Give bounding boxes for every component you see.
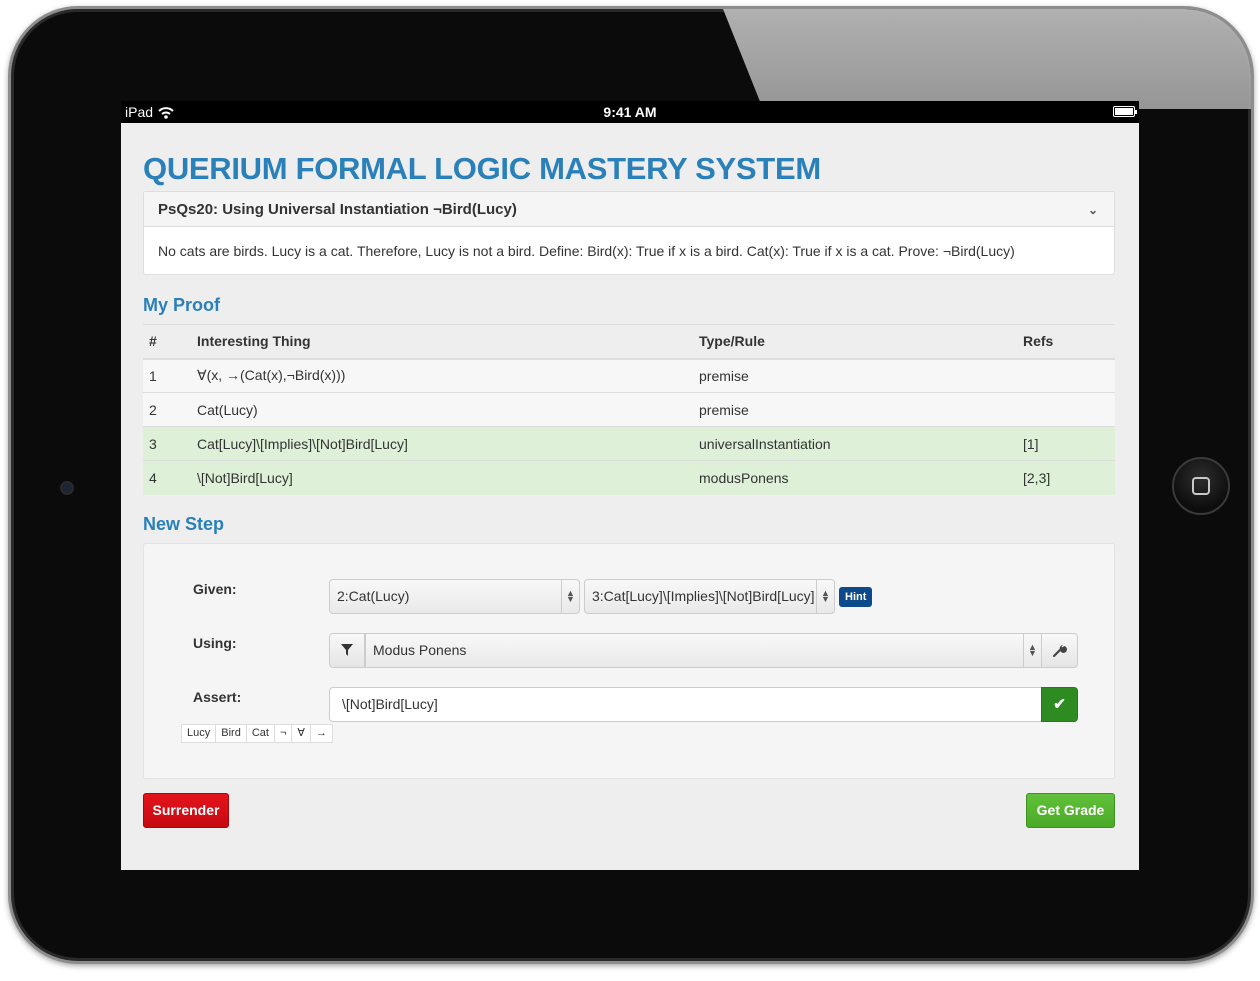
problem-panel: PsQs20: Using Universal Instantiation ¬B… xyxy=(143,191,1115,275)
new-step-form: Given: 2:Cat(Lucy) ▲ ▼ 3:Cat[Lucy]\[Impli… xyxy=(143,542,1115,779)
column-header: Type/Rule xyxy=(693,324,1017,360)
given-select-1[interactable]: 2:Cat(Lucy) ▲ ▼ xyxy=(329,578,580,614)
screen: iPad 9:41 AM QUERIUM FORMAL LOGIC MASTER… xyxy=(121,101,1139,870)
step-number: 2 xyxy=(143,392,191,427)
step-number: 3 xyxy=(143,426,191,461)
wrench-icon xyxy=(1052,645,1067,657)
problem-heading: PsQs20: Using Universal Instantiation ¬B… xyxy=(158,200,517,218)
home-button[interactable] xyxy=(1172,457,1230,515)
symbol-key-bird[interactable]: Bird xyxy=(215,723,247,743)
step-formula: \[Not]Bird[Lucy] xyxy=(191,460,693,495)
check-icon: ✔ xyxy=(1053,696,1066,713)
step-formula: Cat(Lucy) xyxy=(191,392,693,427)
rule-select[interactable]: Modus Ponens ▲ ▼ xyxy=(365,632,1042,668)
given-label: Given: xyxy=(193,580,237,597)
hint-button[interactable]: Hint xyxy=(839,586,873,607)
filter-icon xyxy=(341,644,353,656)
table-row[interactable]: 2 Cat(Lucy) premise xyxy=(143,392,1115,427)
step-number: 1 xyxy=(143,358,191,393)
step-rule: premise xyxy=(693,358,1017,393)
given-select-2-value: 3:Cat[Lucy]\[Implies]\[Not]Bird[Lucy] xyxy=(592,588,815,604)
step-formula: Cat[Lucy]\[Implies]\[Not]Bird[Lucy] xyxy=(191,426,693,461)
assert-label: Assert: xyxy=(193,688,242,705)
using-label: Using: xyxy=(193,634,237,651)
symbol-key-not[interactable]: ¬ xyxy=(273,723,293,743)
column-header: Interesting Thing xyxy=(191,324,693,360)
table-row[interactable]: 4 \[Not]Bird[Lucy] modusPonens [2,3] xyxy=(143,460,1115,495)
column-header: # xyxy=(143,324,191,360)
glass-glare xyxy=(723,9,1251,109)
select-arrows-icon: ▲ ▼ xyxy=(561,579,579,613)
step-number: 4 xyxy=(143,460,191,495)
problem-header[interactable]: PsQs20: Using Universal Instantiation ¬B… xyxy=(144,192,1114,227)
rule-select-value: Modus Ponens xyxy=(373,642,467,658)
submit-step-button[interactable]: ✔ xyxy=(1041,686,1078,722)
assert-input[interactable] xyxy=(329,686,1042,722)
table-row[interactable]: 1 ∀(x, →(Cat(x),¬Bird(x))) premise xyxy=(143,358,1115,393)
column-header: Refs xyxy=(1017,324,1115,360)
step-formula: ∀(x, →(Cat(x),¬Bird(x))) xyxy=(191,358,693,393)
battery-icon xyxy=(1113,106,1137,117)
step-rule: premise xyxy=(693,392,1017,427)
status-time: 9:41 AM xyxy=(603,104,657,120)
step-refs: [2,3] xyxy=(1017,460,1115,495)
get-grade-button[interactable]: Get Grade xyxy=(1026,793,1115,828)
step-rule: modusPonens xyxy=(693,460,1017,495)
chevron-down-icon[interactable]: ⌄ xyxy=(1088,203,1100,217)
proof-table-header: # Interesting Thing Type/Rule Refs xyxy=(143,324,1115,360)
symbol-key-lucy[interactable]: Lucy xyxy=(181,723,217,743)
step-refs xyxy=(1017,392,1115,427)
camera-icon xyxy=(60,481,74,495)
status-bar: iPad 9:41 AM xyxy=(121,101,1139,123)
step-rule: universalInstantiation xyxy=(693,426,1017,461)
new-step-section-title: New Step xyxy=(143,513,225,534)
proof-table: # Interesting Thing Type/Rule Refs 1 ∀(x… xyxy=(143,324,1115,495)
given-select-1-value: 2:Cat(Lucy) xyxy=(337,588,410,604)
table-row[interactable]: 3 Cat[Lucy]\[Implies]\[Not]Bird[Lucy] un… xyxy=(143,426,1115,461)
home-square-icon xyxy=(1192,477,1210,495)
symbol-key-cat[interactable]: Cat xyxy=(245,723,275,743)
select-arrows-icon: ▲ ▼ xyxy=(1023,633,1041,667)
page-title: QUERIUM FORMAL LOGIC MASTERY SYSTEM xyxy=(143,151,821,186)
symbol-palette: Lucy Bird Cat ¬ ∀ → xyxy=(181,723,333,743)
step-refs: [1] xyxy=(1017,426,1115,461)
problem-statement: No cats are birds. Lucy is a cat. Theref… xyxy=(158,242,1015,259)
proof-section-title: My Proof xyxy=(143,295,221,315)
filter-button[interactable] xyxy=(329,632,365,668)
select-arrows-icon: ▲ ▼ xyxy=(816,579,834,613)
step-refs xyxy=(1017,358,1115,393)
wrench-button[interactable] xyxy=(1041,632,1078,668)
surrender-button[interactable]: Surrender xyxy=(143,793,229,828)
given-select-2[interactable]: 3:Cat[Lucy]\[Implies]\[Not]Bird[Lucy] ▲ ▼ xyxy=(584,578,835,614)
symbol-key-forall[interactable]: ∀ xyxy=(291,723,311,743)
symbol-key-implies[interactable]: → xyxy=(309,723,333,743)
